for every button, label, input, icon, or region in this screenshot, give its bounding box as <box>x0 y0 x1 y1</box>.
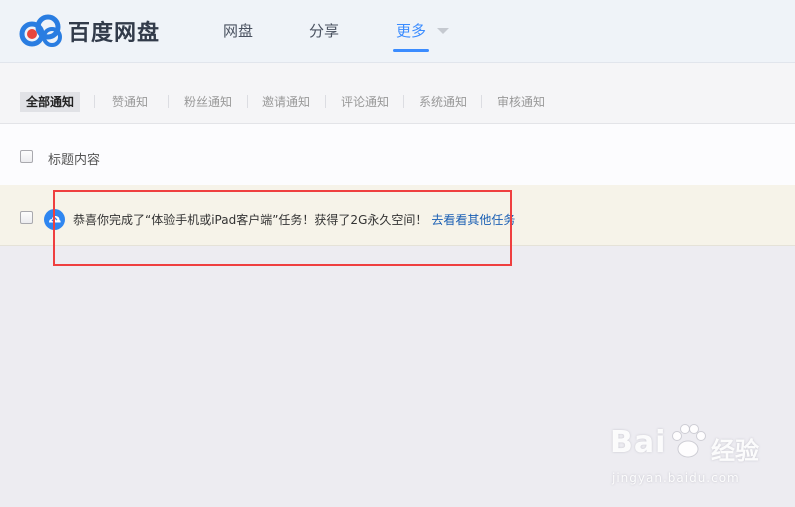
highlight-annotation-box <box>53 190 512 266</box>
watermark-brand: Bai <box>610 425 667 460</box>
paw-icon <box>672 424 706 458</box>
filter-divider <box>325 95 326 108</box>
watermark-suffix: 经验 <box>711 437 759 465</box>
logo[interactable]: 百度网盘 <box>18 14 160 48</box>
nav-more[interactable]: 更多 <box>396 0 426 62</box>
filter-like[interactable]: 赞通知 <box>112 92 148 112</box>
baidu-jingyan-watermark: Bai 经验 jingyan.baidu.com <box>610 424 760 495</box>
filter-divider <box>247 95 248 108</box>
chevron-down-icon[interactable] <box>437 28 449 34</box>
filter-invite[interactable]: 邀请通知 <box>262 92 310 112</box>
active-nav-indicator <box>393 49 429 52</box>
list-header <box>0 123 795 186</box>
cloud-logo-icon <box>19 14 62 47</box>
filter-divider <box>168 95 169 108</box>
select-all-checkbox[interactable] <box>20 150 33 163</box>
filter-review[interactable]: 审核通知 <box>497 92 545 112</box>
nav-share[interactable]: 分享 <box>309 0 339 62</box>
filter-system[interactable]: 系统通知 <box>419 92 467 112</box>
filter-all[interactable]: 全部通知 <box>20 92 81 112</box>
watermark-url: jingyan.baidu.com <box>612 471 740 485</box>
nav-wangpan[interactable]: 网盘 <box>223 0 253 62</box>
app-name: 百度网盘 <box>68 21 161 46</box>
row-checkbox[interactable] <box>20 211 33 224</box>
filter-divider <box>403 95 404 108</box>
top-bar: 百度网盘 网盘 分享 更多 <box>0 0 795 63</box>
filter-divider <box>94 95 95 108</box>
filter-comment[interactable]: 评论通知 <box>341 92 389 112</box>
column-header-title: 标题内容 <box>48 153 101 168</box>
filter-fans[interactable]: 粉丝通知 <box>184 92 232 112</box>
filter-divider <box>481 95 482 108</box>
